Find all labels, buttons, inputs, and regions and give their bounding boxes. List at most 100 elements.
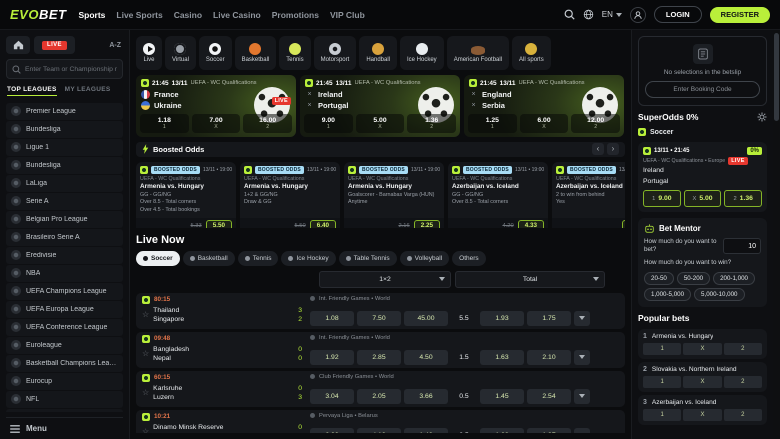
sidebar-item-uefa-champions-league[interactable]: UEFA Champions League <box>6 283 123 300</box>
sidebar-item-eredivisie[interactable]: Eredivisie <box>6 247 123 264</box>
odds-button-x[interactable]: X <box>683 376 722 388</box>
search-input[interactable] <box>25 65 117 73</box>
live-match-row[interactable]: 80:15 ☆ Thailand Singapore 3 2 Int. Frie… <box>136 292 625 329</box>
tab-tennis[interactable]: Tennis <box>279 36 311 70</box>
odds-button-x[interactable]: 7.00 X <box>191 114 241 133</box>
boosted-odds-card[interactable]: BOOSTED ODDS13/11 • 19:00 UEFA - WC Qual… <box>344 161 444 228</box>
odds-button-1[interactable]: 6.00 <box>310 427 354 433</box>
sidebar-item-nfl[interactable]: NFL <box>6 391 123 408</box>
odds-button-under[interactable]: 1.97 <box>527 427 571 433</box>
odds-button-1[interactable]: 1 <box>643 376 682 388</box>
featured-match-card-france-ukraine[interactable]: 21:45 13/11 UEFA - WC Qualifications Fra… <box>136 75 296 137</box>
range-chip-50-200[interactable]: 50-200 <box>676 272 711 285</box>
tab-tennis[interactable]: Tennis <box>237 250 279 266</box>
tab-soccer[interactable]: Soccer <box>198 36 232 70</box>
favorite-star-icon[interactable]: ☆ <box>142 428 149 433</box>
prev-arrow-button[interactable]: ‹ <box>592 143 604 156</box>
favorite-star-icon[interactable]: ☆ <box>142 389 149 397</box>
popular-bet-item[interactable]: 3 Azerbaijan vs. Iceland 1 X 2 <box>638 395 767 425</box>
expand-markets-button[interactable] <box>574 388 590 404</box>
globe-icon[interactable] <box>583 9 594 20</box>
nav-sports[interactable]: Sports <box>78 10 105 20</box>
superodds-match-card[interactable]: 13/11 • 21:45 0% UEFA - WC Qualification… <box>638 142 767 212</box>
odds-button-2[interactable]: 1.40 <box>404 427 448 433</box>
live-match-row[interactable]: 09:48 ☆ Bangladesh Nepal 0 0 Int. Friend… <box>136 331 625 368</box>
tab-ice-hockey[interactable]: Ice Hockey <box>400 36 444 70</box>
odds-button-2[interactable]: 16.00 2 <box>243 114 293 133</box>
odds-button-x[interactable]: X <box>683 409 722 421</box>
sidebar-item-belgian-pro-league[interactable]: Belgian Pro League <box>6 211 123 228</box>
popular-bet-item[interactable]: 1 Armenia vs. Hungary 1 X 2 <box>638 329 767 359</box>
odds-button-x[interactable]: 2.85 <box>357 349 401 365</box>
odds-button-2[interactable]: 1.36 2 <box>407 114 457 133</box>
nav-live-casino[interactable]: Live Casino <box>213 10 261 20</box>
odds-button-x[interactable]: 6.00 X <box>519 114 569 133</box>
odds-button-1[interactable]: 3.04 <box>310 388 354 404</box>
odds-button-1[interactable]: 9.00 1 <box>304 114 353 133</box>
tab-all-sports[interactable]: All sports <box>512 36 551 70</box>
odds-button-1[interactable]: 1 <box>643 409 682 421</box>
tab-soccer[interactable]: Soccer <box>136 250 180 266</box>
odds-button-1[interactable]: 1.08 <box>310 310 354 326</box>
boosted-odds-card[interactable]: BOOSTED ODDS13/11 • 19:00 UEFA - WC Qual… <box>136 161 236 228</box>
odds-button-1[interactable]: 1 9.00 <box>643 190 681 207</box>
odds-button-2[interactable]: 3.66 <box>404 388 448 404</box>
menu-button[interactable]: Menu <box>6 417 123 439</box>
odds-button-2[interactable]: 4.50 <box>404 349 448 365</box>
tab-virtual[interactable]: Virtual <box>165 36 196 70</box>
tab-basketball[interactable]: Basketball <box>182 250 235 266</box>
boosted-odds-button[interactable]: 3.60 <box>621 220 625 228</box>
odds-button-over[interactable]: 1.63 <box>480 349 524 365</box>
odds-button-x[interactable]: 5.00 X <box>355 114 405 133</box>
expand-markets-button[interactable] <box>574 427 590 433</box>
odds-button-2[interactable]: 2 <box>723 343 762 355</box>
login-button[interactable]: LOGIN <box>653 6 702 23</box>
sidebar-item-brasileiro-serie-a[interactable]: Brasileiro Serie A <box>6 229 123 246</box>
odds-button-x[interactable]: X 5.00 <box>683 190 722 207</box>
odds-button-over[interactable]: 1.68 <box>480 427 524 433</box>
market-filter-1x2[interactable]: 1×2 <box>319 270 451 288</box>
boosted-odds-card[interactable]: BOOSTED ODDS13/11 • 19:00 UEFA - WC Qual… <box>552 161 625 228</box>
tab-table-tennis[interactable]: Table Tennis <box>338 250 397 266</box>
sidebar-item-euroleague[interactable]: Euroleague <box>6 337 123 354</box>
az-sort-button[interactable]: A-Z <box>109 42 123 49</box>
range-chip-200-1000[interactable]: 200-1,000 <box>713 272 755 285</box>
sidebar-item-premier-league[interactable]: Premier League <box>6 103 123 120</box>
live-match-row[interactable]: 60:15 ☆ Karlsruhe Luzern 0 3 Club Friend… <box>136 370 625 407</box>
tab-others[interactable]: Others <box>452 250 486 266</box>
tab-basketball[interactable]: Basketball <box>234 36 277 70</box>
sidebar-item-nba[interactable]: NBA <box>6 265 123 282</box>
boosted-odds-button[interactable]: 2.25 <box>413 220 440 228</box>
odds-button-1[interactable]: 1 <box>643 343 682 355</box>
odds-button-1[interactable]: 1.18 1 <box>140 114 189 133</box>
range-chip-5000-10000[interactable]: 5,000-10,000 <box>694 288 745 301</box>
popular-bet-item[interactable]: 2 Slovakia vs. Northern Ireland 1 X 2 <box>638 362 767 392</box>
sidebar-item-serie-a[interactable]: Serie A <box>6 193 123 210</box>
tab-handball[interactable]: Handball <box>359 36 397 70</box>
booking-code-input[interactable] <box>645 81 760 98</box>
sidebar-item-efl-cup[interactable]: EFL Cup <box>6 409 123 412</box>
tab-live[interactable]: Live <box>136 36 162 70</box>
user-icon[interactable] <box>629 6 646 23</box>
search-icon[interactable] <box>564 9 575 20</box>
sidebar-item-laliga[interactable]: LaLiga <box>6 175 123 192</box>
nav-promotions[interactable]: Promotions <box>272 10 319 20</box>
odds-button-2[interactable]: 45.00 <box>404 310 448 326</box>
odds-button-over[interactable]: 1.93 <box>480 310 524 326</box>
range-chip-20-50[interactable]: 20-50 <box>644 272 674 285</box>
nav-casino[interactable]: Casino <box>174 10 202 20</box>
sidebar-item-basketball-champions-league[interactable]: Basketball Champions League <box>6 355 123 372</box>
gear-icon[interactable] <box>757 112 767 122</box>
boosted-odds-button[interactable]: 4.33 <box>517 220 544 228</box>
sidebar-item-bundesliga[interactable]: Bundesliga <box>6 121 123 138</box>
nav-live-sports[interactable]: Live Sports <box>116 10 162 20</box>
language-selector[interactable]: EN <box>602 10 622 19</box>
expand-markets-button[interactable] <box>574 349 590 365</box>
boosted-odds-card[interactable]: BOOSTED ODDS13/11 • 19:00 UEFA - WC Qual… <box>448 161 548 228</box>
odds-button-2[interactable]: 2 1.36 <box>724 190 763 207</box>
odds-button-x[interactable]: 4.10 <box>357 427 401 433</box>
nav-vip-club[interactable]: VIP Club <box>330 10 365 20</box>
odds-button-under[interactable]: 1.75 <box>527 310 571 326</box>
home-button[interactable] <box>6 36 30 54</box>
odds-button-x[interactable]: 7.50 <box>357 310 401 326</box>
